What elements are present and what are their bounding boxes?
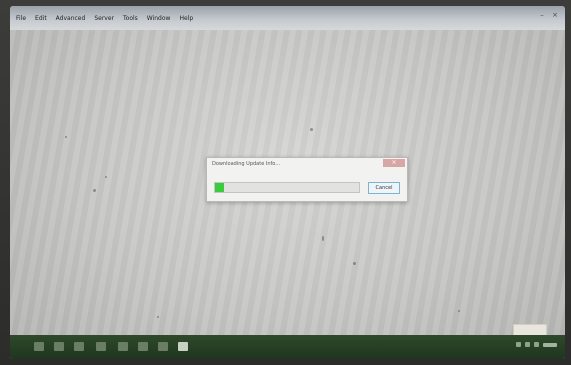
file-explorer-icon[interactable] <box>96 342 106 351</box>
system-tray <box>516 342 557 347</box>
dust-speck <box>310 128 313 131</box>
start-icon[interactable] <box>34 342 44 351</box>
volume-icon[interactable] <box>525 342 530 347</box>
taskbar <box>10 335 565 359</box>
menu-help[interactable]: Help <box>179 15 193 22</box>
dust-speck <box>93 189 96 192</box>
search-icon[interactable] <box>54 342 64 351</box>
task-view-icon[interactable] <box>74 342 84 351</box>
battery-icon[interactable] <box>534 342 539 347</box>
close-icon[interactable]: × <box>551 12 559 19</box>
dust-speck <box>105 176 107 178</box>
dust-speck <box>322 236 324 241</box>
menu-tools[interactable]: Tools <box>123 15 138 22</box>
app-icon[interactable] <box>178 342 188 351</box>
dust-speck <box>157 316 159 318</box>
menu-server[interactable]: Server <box>94 15 114 22</box>
network-icon[interactable] <box>516 342 521 347</box>
dialog-title: Downloading Update Info... <box>212 161 281 167</box>
progress-bar-fill <box>215 183 224 192</box>
mail-icon[interactable] <box>158 342 168 351</box>
dust-speck <box>353 262 356 265</box>
menu-advanced[interactable]: Advanced <box>56 15 86 22</box>
menu-window[interactable]: Window <box>147 15 171 22</box>
window-controls: – × <box>538 12 559 19</box>
progress-bar <box>214 182 360 193</box>
edge-icon[interactable] <box>118 342 128 351</box>
menu-bar: File Edit Advanced Server Tools Window H… <box>10 6 565 30</box>
cancel-button[interactable]: Cancel <box>368 182 400 194</box>
progress-dialog: Downloading Update Info... × Cancel <box>206 157 408 202</box>
minimize-icon[interactable]: – <box>538 12 546 19</box>
store-icon[interactable] <box>138 342 148 351</box>
menu-edit[interactable]: Edit <box>35 15 47 22</box>
dust-speck <box>458 310 460 312</box>
dialog-close-button[interactable]: × <box>383 159 405 167</box>
desktop-screen: File Edit Advanced Server Tools Window H… <box>10 6 565 359</box>
dust-speck <box>65 136 67 138</box>
clock[interactable] <box>543 342 557 347</box>
menu-file[interactable]: File <box>16 15 26 22</box>
